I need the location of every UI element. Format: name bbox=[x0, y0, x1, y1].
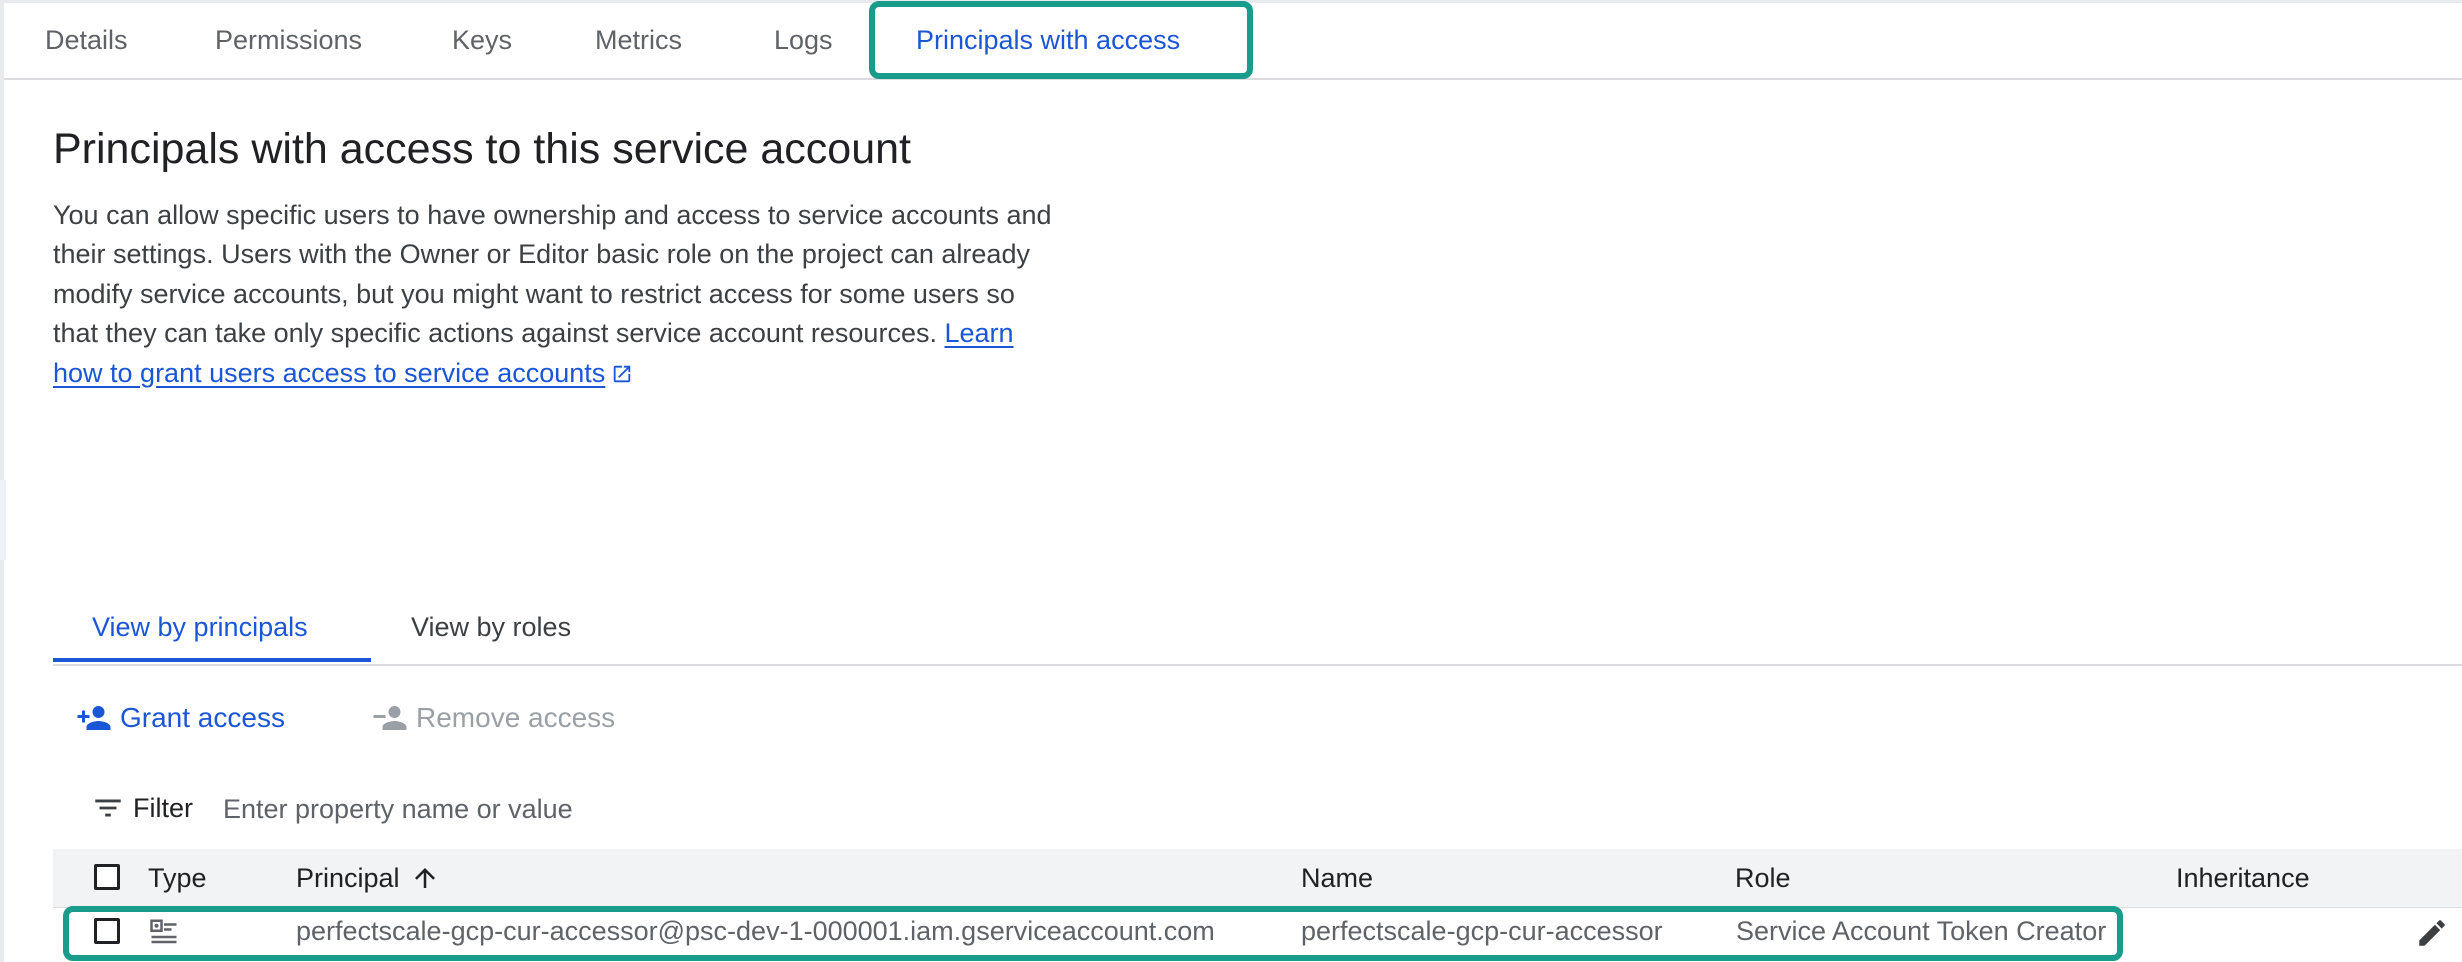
column-header-inheritance[interactable]: Inheritance bbox=[2176, 849, 2310, 907]
column-header-role[interactable]: Role bbox=[1735, 849, 1791, 907]
filter-button[interactable]: Filter bbox=[91, 780, 193, 836]
row-highlight bbox=[63, 906, 2123, 961]
tab-view-by-roles[interactable]: View by roles bbox=[411, 594, 571, 662]
column-header-type[interactable]: Type bbox=[148, 849, 207, 907]
column-header-name[interactable]: Name bbox=[1301, 849, 1373, 907]
table-header: Type Principal Name Role Inheritance bbox=[53, 849, 2462, 908]
filter-label: Filter bbox=[133, 792, 193, 823]
view-tab-bar: View by principals View by roles bbox=[53, 594, 2462, 666]
remove-access-button[interactable]: Remove access bbox=[372, 690, 615, 746]
description-text: You can allow specific users to have own… bbox=[53, 200, 1052, 349]
tab-details[interactable]: Details bbox=[45, 3, 128, 78]
filter-list-icon bbox=[95, 799, 121, 817]
column-header-principal-label: Principal bbox=[296, 863, 400, 893]
tab-keys[interactable]: Keys bbox=[452, 3, 512, 78]
external-link-icon bbox=[614, 365, 631, 382]
filter-bar: Filter bbox=[53, 780, 2462, 836]
tab-metrics[interactable]: Metrics bbox=[595, 3, 682, 78]
grant-access-label: Grant access bbox=[120, 702, 285, 733]
page-description: You can allow specific users to have own… bbox=[53, 196, 1063, 393]
tab-view-by-principals[interactable]: View by principals bbox=[53, 594, 371, 662]
grant-access-button[interactable]: Grant access bbox=[76, 690, 285, 746]
page-title: Principals with access to this service a… bbox=[53, 125, 911, 173]
left-panel-accent bbox=[0, 480, 6, 560]
tab-logs[interactable]: Logs bbox=[774, 3, 833, 78]
tab-permissions[interactable]: Permissions bbox=[215, 3, 362, 78]
person-add-icon bbox=[77, 706, 111, 730]
person-remove-icon bbox=[373, 706, 407, 730]
sort-ascending-icon bbox=[414, 868, 435, 888]
remove-access-label: Remove access bbox=[416, 702, 616, 733]
filter-input[interactable] bbox=[221, 788, 1125, 830]
edit-pencil-icon[interactable] bbox=[2415, 916, 2449, 950]
active-tab-highlight bbox=[869, 1, 1253, 79]
column-header-principal[interactable]: Principal bbox=[296, 849, 440, 907]
select-all-checkbox[interactable] bbox=[94, 864, 120, 890]
